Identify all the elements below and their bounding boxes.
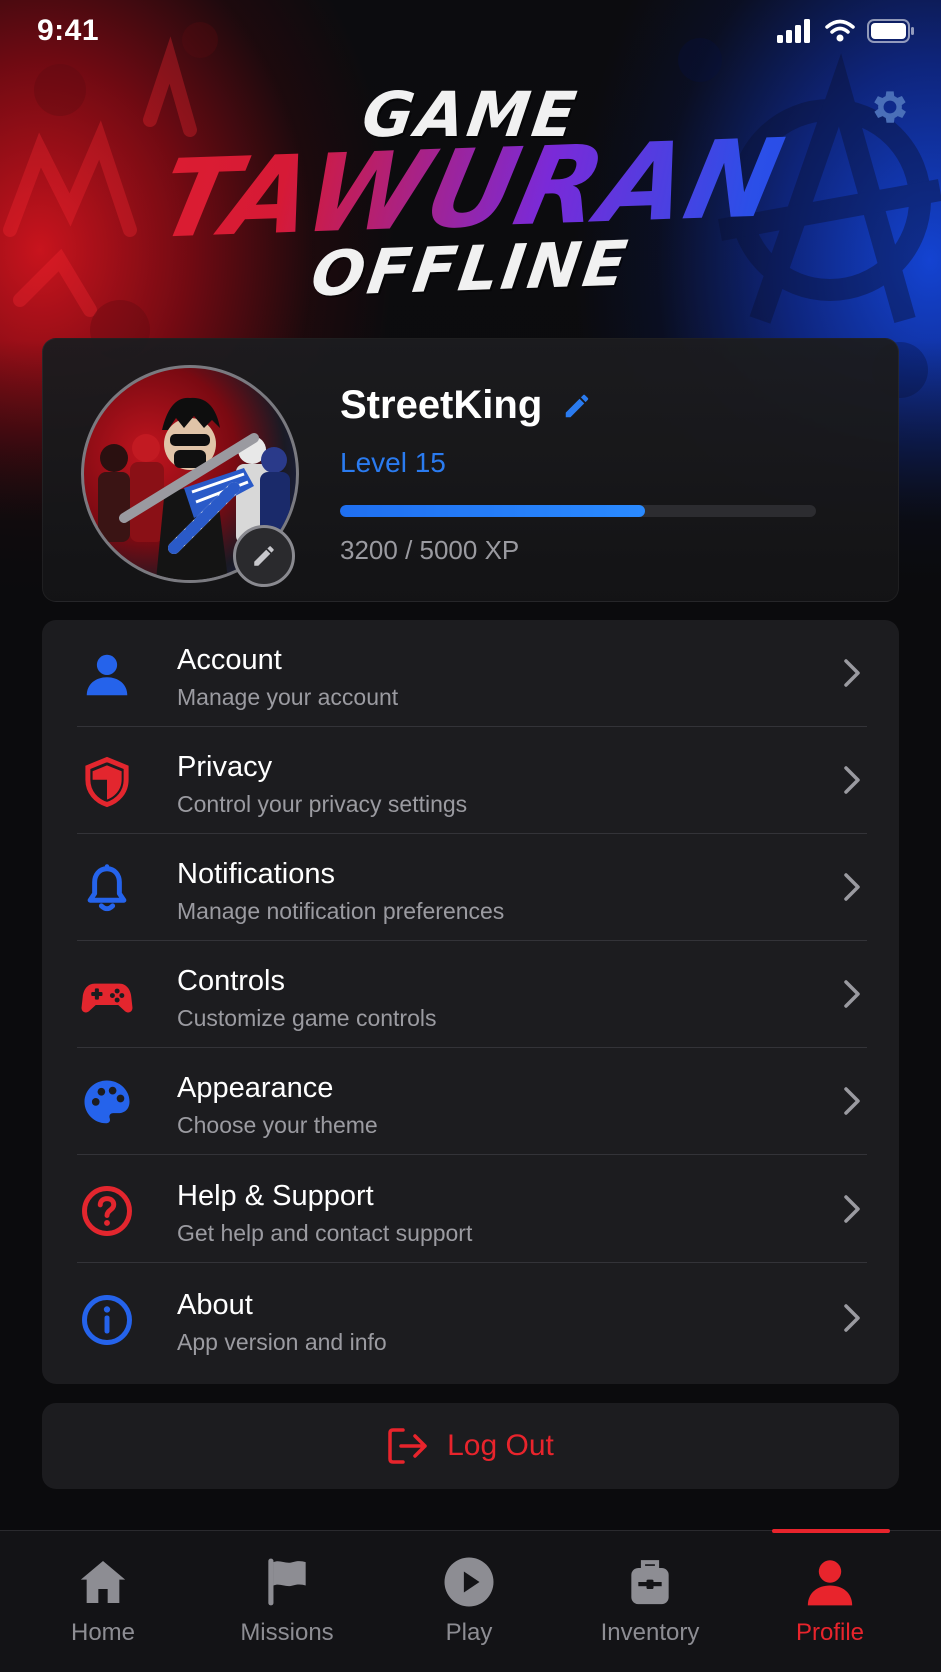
tab-icon	[740, 1553, 920, 1611]
level-label: Level 15	[340, 447, 446, 478]
settings-item-icon	[78, 1291, 136, 1349]
settings-item-help-support[interactable]: Help & Support Get help and contact supp…	[42, 1156, 899, 1263]
edit-username-button[interactable]	[562, 391, 592, 421]
divider	[77, 1262, 867, 1263]
battery-icon	[867, 19, 914, 43]
settings-item-icon	[78, 1182, 136, 1240]
backpack-icon	[631, 1560, 669, 1605]
settings-item-account[interactable]: Account Manage your account	[42, 620, 899, 727]
settings-item-subtitle: Choose your theme	[177, 1112, 378, 1138]
status-bar: 9:41	[0, 0, 941, 62]
settings-item-subtitle: Customize game controls	[177, 1005, 437, 1031]
settings-item-appearance[interactable]: Appearance Choose your theme	[42, 1048, 899, 1155]
settings-item-subtitle: Control your privacy settings	[177, 791, 468, 817]
settings-item-icon	[78, 646, 136, 704]
profile-card: StreetKing Level 15 3200 / 5000 XP	[42, 338, 899, 602]
logout-button[interactable]: Log Out	[42, 1403, 899, 1489]
play-icon	[444, 1557, 494, 1607]
settings-item-subtitle: Get help and contact support	[177, 1220, 473, 1246]
logout-icon	[388, 1428, 427, 1464]
settings-item-controls[interactable]: Controls Customize game controls	[42, 941, 899, 1048]
xp-text: 3200 / 5000 XP	[340, 535, 520, 565]
avatar-edit-button[interactable]	[233, 525, 295, 587]
active-tab-indicator	[772, 1529, 890, 1533]
settings-item-title: Privacy	[177, 751, 273, 783]
settings-item-about[interactable]: About App version and info	[42, 1265, 899, 1372]
chevron-right-icon	[844, 1087, 860, 1115]
settings-item-title: About	[177, 1289, 253, 1321]
chevron-right-icon	[844, 1304, 860, 1332]
settings-item-privacy[interactable]: Privacy Control your privacy settings	[42, 727, 899, 834]
status-icons	[777, 18, 915, 44]
username: StreetKing	[340, 383, 543, 427]
settings-item-title: Controls	[177, 965, 285, 997]
chevron-right-icon	[844, 1195, 860, 1223]
settings-item-subtitle: App version and info	[177, 1329, 387, 1355]
tab-icon	[560, 1553, 740, 1611]
shield-icon	[85, 756, 129, 808]
settings-item-icon	[78, 860, 136, 918]
help-icon	[82, 1186, 132, 1236]
gear-icon	[874, 91, 906, 123]
settings-item-icon	[78, 967, 136, 1025]
tab-label: Home	[70, 1619, 136, 1646]
divider	[77, 1154, 867, 1155]
settings-list: Account Manage your account Privacy Cont…	[42, 620, 899, 1384]
tab-icon	[197, 1553, 377, 1611]
settings-item-title: Notifications	[177, 858, 335, 890]
wifi-icon	[825, 19, 855, 42]
settings-item-title: Help & Support	[177, 1180, 374, 1212]
settings-item-notifications[interactable]: Notifications Manage notification prefer…	[42, 834, 899, 941]
status-time: 9:41	[37, 14, 100, 47]
palette-icon	[84, 1080, 130, 1124]
settings-item-icon	[78, 1074, 136, 1132]
tab-home[interactable]: Home	[13, 1553, 193, 1647]
chevron-right-icon	[844, 980, 860, 1008]
info-icon	[82, 1295, 132, 1345]
tab-label: Inventory	[600, 1619, 700, 1646]
tab-icon	[13, 1553, 193, 1611]
tab-label: Profile	[795, 1619, 865, 1646]
gamepad-icon	[81, 983, 133, 1013]
flag-icon	[268, 1558, 306, 1606]
tab-profile[interactable]: Profile	[740, 1553, 920, 1647]
tab-inventory[interactable]: Inventory	[560, 1553, 740, 1647]
tab-label: Play	[445, 1619, 493, 1646]
pencil-icon	[254, 546, 274, 566]
logout-label: Log Out	[447, 1429, 554, 1462]
signal-icon	[777, 19, 810, 43]
settings-item-subtitle: Manage notification preferences	[177, 898, 505, 924]
tab-label: Missions	[240, 1619, 334, 1646]
bottom-tab-bar: Home Missions Play Inventory Profile	[0, 1529, 941, 1672]
settings-item-icon	[78, 753, 136, 811]
xp-progress-bar	[340, 505, 816, 517]
settings-button[interactable]	[867, 84, 913, 130]
settings-item-subtitle: Manage your account	[177, 684, 399, 710]
settings-item-title: Appearance	[177, 1072, 334, 1104]
tab-play[interactable]: Play	[379, 1553, 559, 1647]
settings-item-title: Account	[177, 644, 282, 676]
chevron-right-icon	[844, 873, 860, 901]
username-row: StreetKing	[340, 383, 592, 428]
tab-icon	[379, 1553, 559, 1611]
home-icon	[80, 1561, 126, 1603]
bell-icon	[87, 864, 127, 912]
xp-progress-fill	[340, 505, 645, 517]
game-logo: GAME TAWURAN OFFLINE	[0, 78, 941, 310]
chevron-right-icon	[844, 659, 860, 687]
chevron-right-icon	[844, 766, 860, 794]
user-icon	[86, 654, 128, 696]
pencil-icon	[566, 394, 589, 417]
profile-icon	[807, 1560, 853, 1606]
tab-missions[interactable]: Missions	[197, 1553, 377, 1647]
